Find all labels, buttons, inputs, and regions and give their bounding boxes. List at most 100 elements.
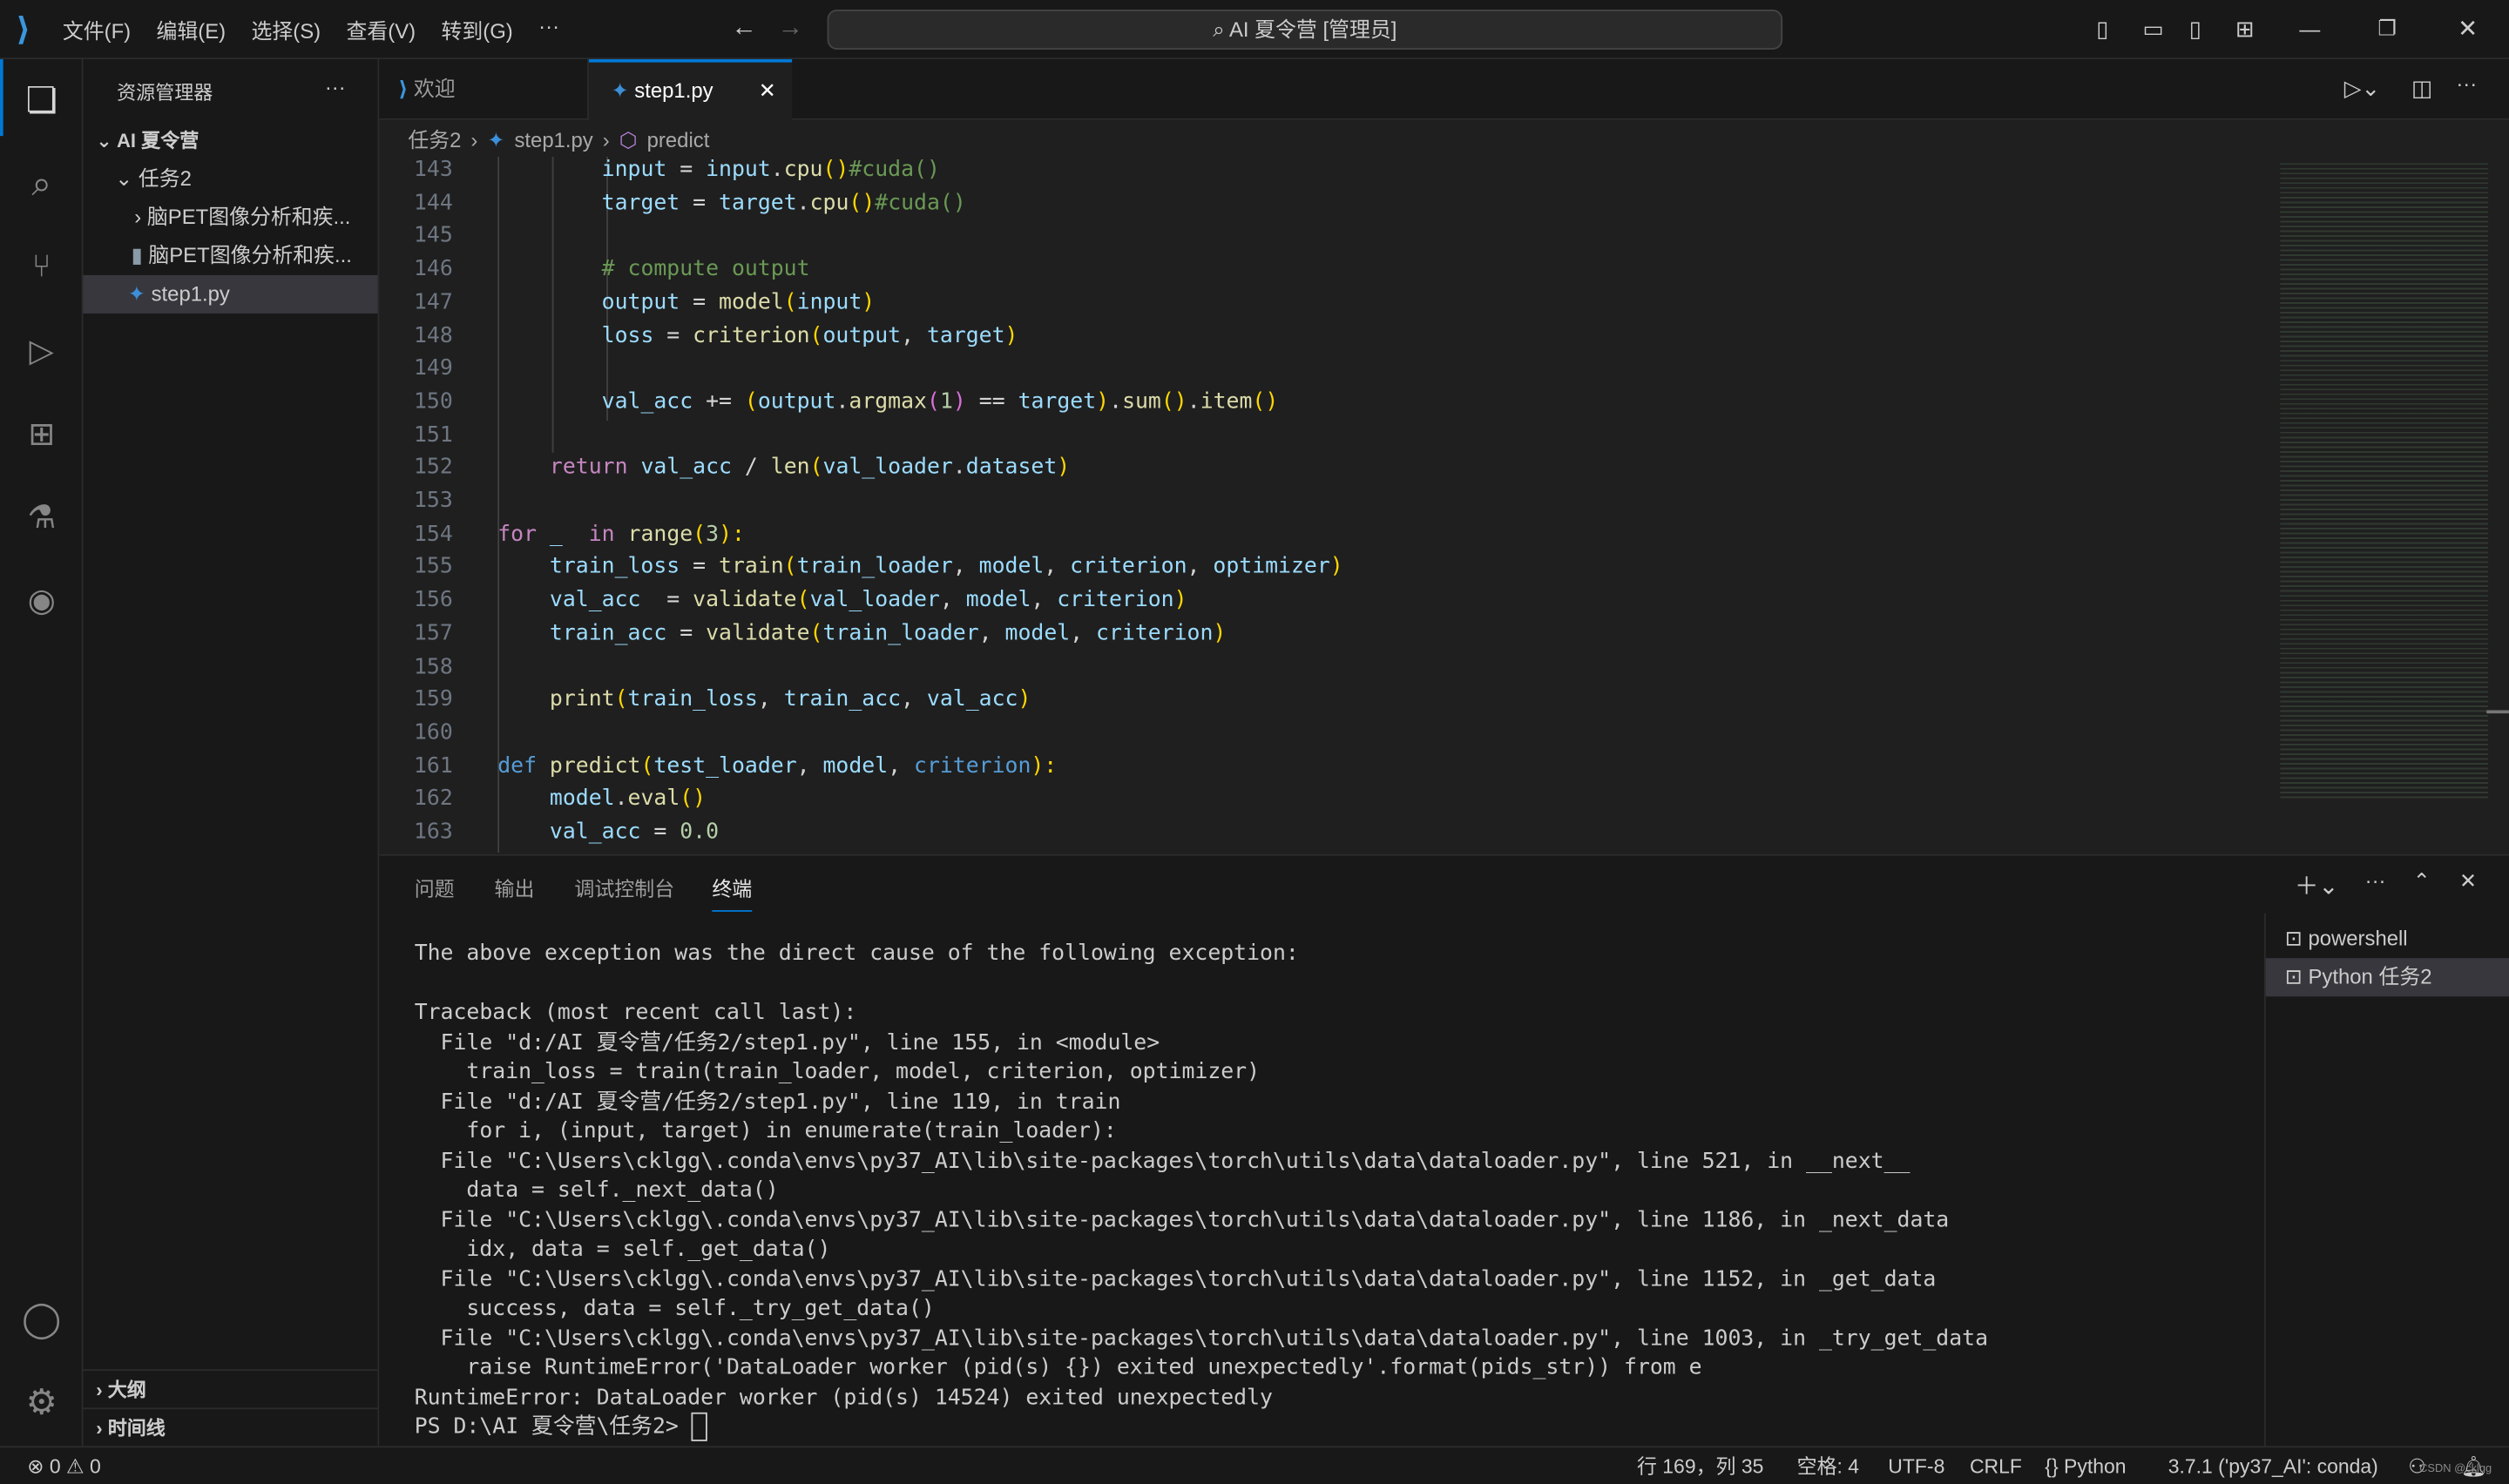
chevron-down-icon: ⌄ [115, 166, 139, 191]
chevron-down-icon: ⌄ [96, 129, 117, 152]
tree-root-folder[interactable]: ⌄ AI 夏令营 [84, 122, 378, 160]
menu-item[interactable]: 转到(G) [429, 14, 526, 44]
line-number: 163 [413, 819, 453, 845]
breadcrumb-file[interactable]: step1.py [514, 122, 592, 157]
run-debug-icon[interactable]: ▷ [0, 312, 84, 388]
toggle-secondary-sidebar-icon[interactable]: ▯ [2189, 15, 2201, 42]
breadcrumb-folder[interactable]: 任务2 [408, 122, 461, 157]
toggle-panel-icon[interactable]: ▭ [2142, 15, 2163, 42]
menu-item[interactable]: 查看(V) [334, 14, 429, 44]
chevron-right-icon: › [602, 127, 610, 152]
settings-gear-icon[interactable]: ⚙ [0, 1365, 84, 1441]
maximize-panel-icon[interactable]: ⌃ [2413, 868, 2431, 894]
run-python-icon[interactable]: ▷⌄ [2344, 75, 2380, 102]
panel-tab[interactable]: 调试控制台 [574, 872, 674, 902]
terminal-item-python[interactable]: ⊡ Python 任务2 [2265, 958, 2509, 997]
more-actions-icon[interactable]: ··· [2365, 868, 2386, 893]
terminal-icon: ⊡ [2284, 926, 2309, 950]
indentation[interactable]: 空格: 4 [1797, 1447, 1859, 1484]
terminal-item-powershell[interactable]: ⊡ powershell [2285, 920, 2509, 958]
more-actions-icon[interactable]: ··· [2456, 72, 2477, 97]
terminal-output[interactable]: The above exception was the direct cause… [415, 939, 1988, 1442]
language-mode[interactable]: {} Python [2045, 1447, 2126, 1484]
menu-item[interactable]: 编辑(E) [144, 14, 239, 44]
vscode-logo-icon: ⟩ [398, 77, 414, 101]
line-number: 146 [413, 256, 453, 282]
encoding[interactable]: UTF-8 [1888, 1447, 1944, 1484]
accounts-icon[interactable]: ◯ [0, 1281, 84, 1358]
chevron-right-icon: › [134, 205, 147, 229]
split-editor-icon[interactable]: ◫ [2411, 75, 2432, 102]
sidebar-title: 资源管理器 [117, 81, 213, 105]
tree-item-step1[interactable]: ✦ step1.py [83, 274, 378, 314]
outline-section[interactable]: › 大纲 [83, 1369, 378, 1407]
code-line: train_loss = train(train_loader, model, … [549, 554, 1343, 580]
problems-status[interactable]: ⊗ 0 ⚠ 0 [27, 1447, 101, 1484]
menu-item[interactable]: 选择(S) [239, 14, 334, 44]
terminal-list: ⊡ powershell ⊡ Python 任务2 [2263, 913, 2509, 1448]
close-tab-icon[interactable]: ✕ [759, 63, 776, 120]
code-line: model.eval() [549, 786, 707, 812]
code-line: # compute output [601, 256, 810, 282]
symbol-method-icon: ⬡ [619, 127, 638, 152]
back-icon[interactable]: ← [731, 15, 756, 44]
line-ending[interactable]: CRLF [1970, 1447, 2022, 1484]
chevron-right-icon: › [470, 127, 478, 152]
maximize-button[interactable]: ❐ [2377, 16, 2396, 41]
more-actions-icon[interactable]: ··· [325, 75, 346, 99]
warning-icon: ⚠ [66, 1455, 90, 1479]
close-panel-icon[interactable]: ✕ [2459, 868, 2477, 894]
cursor-position[interactable]: 行 169，列 35 [1637, 1447, 1764, 1484]
timeline-section[interactable]: › 时间线 [83, 1407, 378, 1446]
notifications-bell-icon[interactable]: 🔔︎ [2461, 1447, 2486, 1484]
line-number: 144 [413, 189, 453, 216]
vscode-logo-icon: ⟩ [16, 11, 31, 48]
minimap[interactable] [2280, 159, 2489, 800]
line-number: 155 [413, 554, 453, 580]
breadcrumb-symbol[interactable]: predict [647, 122, 710, 157]
line-number: 153 [413, 488, 453, 514]
remote-explorer-icon[interactable]: ◉ [0, 562, 84, 638]
forward-icon[interactable]: → [778, 15, 803, 44]
testing-icon[interactable]: ⚗ [0, 478, 84, 555]
line-number: 145 [413, 223, 453, 249]
python-file-icon: ✦ [487, 127, 505, 152]
panel-tab[interactable]: 输出 [495, 872, 535, 902]
tab-step1-py[interactable]: ✦ step1.py ✕ [588, 58, 793, 122]
tree-item-file[interactable]: ▮ 脑PET图像分析和疾... [84, 237, 378, 275]
python-interpreter[interactable]: 3.7.1 ('py37_AI': conda) [2168, 1447, 2378, 1484]
new-terminal-icon[interactable]: ＋⌄ [2295, 868, 2339, 902]
menu-item[interactable]: ··· [525, 14, 571, 44]
chevron-right-icon: › [96, 1417, 108, 1440]
toggle-sidebar-icon[interactable]: ▯ [2096, 15, 2108, 42]
line-number: 158 [413, 653, 453, 679]
code-line: train_acc = validate(train_loader, model… [549, 620, 1227, 646]
search-icon: ⌕ [1213, 17, 1229, 42]
title-bar: ⟩ 文件(F) 编辑(E) 选择(S) 查看(V) 转到(G) ··· ← → ⌕ AI … [0, 0, 2509, 59]
tree-item-folder[interactable]: › 脑PET图像分析和疾... [84, 199, 378, 237]
code-line: val_acc += (output.argmax(1) == target).… [601, 388, 1279, 415]
line-number: 154 [413, 521, 453, 547]
line-number: 143 [413, 156, 453, 183]
explorer-icon[interactable]: ❏ [0, 63, 84, 139]
search-icon[interactable]: ⌕ [0, 145, 84, 222]
chevron-right-icon: › [96, 1379, 108, 1401]
code-line: loss = criterion(output, target) [601, 322, 1018, 348]
command-center-search[interactable]: ⌕ AI 夏令营 [管理员] [827, 10, 1783, 50]
menu-item[interactable]: 文件(F) [50, 14, 144, 44]
line-number: 156 [413, 587, 453, 613]
minimize-button[interactable]: — [2299, 17, 2320, 41]
source-control-icon[interactable]: ⑂ [0, 229, 84, 306]
tree-folder[interactable]: ⌄ 任务2 [84, 160, 378, 199]
code-editor[interactable]: 143 input = input.cpu()#cuda() 144 target… [379, 156, 2283, 853]
line-number: 150 [413, 388, 453, 415]
tab-welcome[interactable]: ⟩ 欢迎 [379, 58, 589, 120]
code-line: input = input.cpu()#cuda() [601, 156, 940, 183]
customize-layout-icon[interactable]: ⊞ [2235, 15, 2255, 42]
close-window-button[interactable]: ✕ [2458, 15, 2478, 43]
editor-scrollbar[interactable] [2486, 710, 2509, 714]
panel-tab[interactable]: 问题 [415, 872, 455, 902]
extensions-icon[interactable]: ⊞ [0, 395, 84, 472]
panel-tab[interactable]: 终端 [712, 872, 753, 912]
code-line: def predict(test_loader, model, criterio… [497, 752, 1058, 779]
